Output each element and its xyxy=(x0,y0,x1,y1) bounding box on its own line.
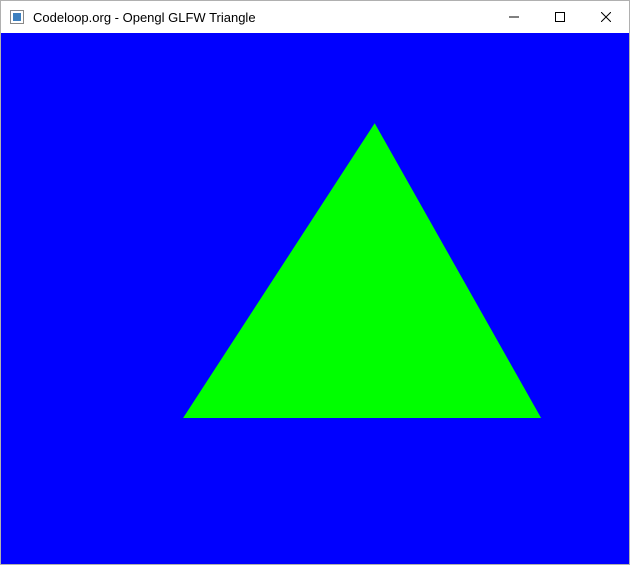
window-title: Codeloop.org - Opengl GLFW Triangle xyxy=(33,10,491,25)
minimize-button[interactable] xyxy=(491,1,537,33)
gl-canvas xyxy=(1,33,629,564)
close-icon xyxy=(601,12,611,22)
client-area xyxy=(1,33,629,564)
app-window: Codeloop.org - Opengl GLFW Triangle xyxy=(0,0,630,565)
maximize-button[interactable] xyxy=(537,1,583,33)
window-controls xyxy=(491,1,629,33)
minimize-icon xyxy=(509,12,519,22)
close-button[interactable] xyxy=(583,1,629,33)
maximize-icon xyxy=(555,12,565,22)
titlebar[interactable]: Codeloop.org - Opengl GLFW Triangle xyxy=(1,1,629,33)
app-icon xyxy=(9,9,25,25)
